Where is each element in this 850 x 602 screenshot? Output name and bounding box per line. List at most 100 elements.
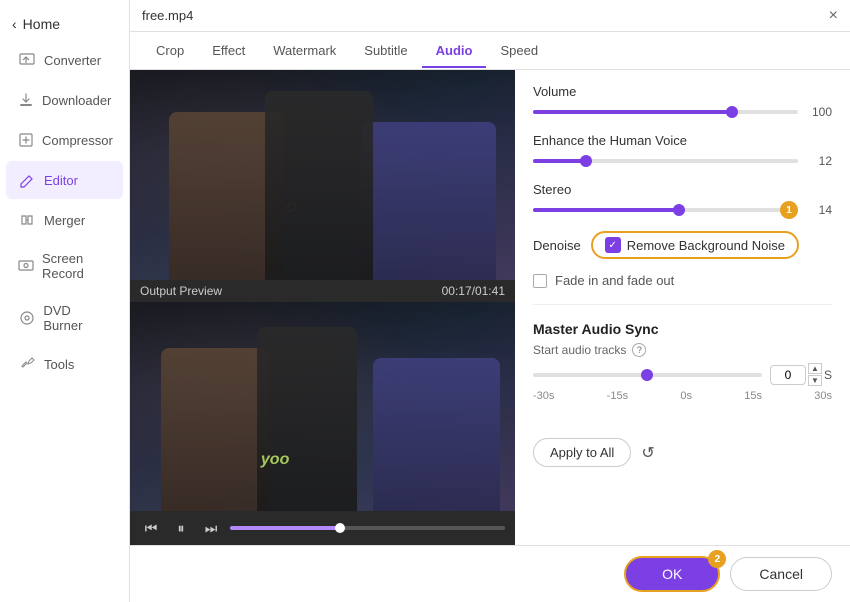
cancel-button[interactable]: Cancel — [730, 557, 832, 591]
denoise-badge[interactable]: ✓ Remove Background Noise — [591, 231, 799, 259]
volume-value: 100 — [806, 105, 832, 119]
tab-crop[interactable]: Crop — [142, 35, 198, 68]
screen-record-icon — [18, 257, 34, 275]
timestamp: 00:17/01:41 — [442, 284, 505, 298]
tab-effect[interactable]: Effect — [198, 35, 259, 68]
dvd-burner-label: DVD Burner — [43, 303, 111, 333]
stereo-badge: 1 — [780, 201, 798, 219]
sync-stepper: ▲ ▼ — [808, 363, 822, 386]
sync-label-30s: -30s — [533, 390, 554, 402]
volume-slider-row: 100 — [533, 105, 832, 119]
sync-slider-area: ▲ ▼ S -30s -15s 0s 15s 30s — [533, 363, 832, 420]
denoise-checkbox-label: Remove Background Noise — [627, 238, 785, 253]
sidebar-home[interactable]: ‹ Home — [0, 8, 129, 40]
sync-value-input[interactable] — [770, 365, 806, 385]
stereo-fill — [533, 208, 679, 212]
video-area: yoo Output Preview 00:17/01:41 — [130, 70, 515, 545]
merger-icon — [18, 211, 36, 229]
video-bottom: yoo — [130, 302, 515, 512]
video-frame-bottom: yoo — [130, 302, 515, 512]
sidebar-item-downloader[interactable]: Downloader — [6, 81, 123, 119]
sync-labels: -30s -15s 0s 15s 30s — [533, 390, 832, 402]
chevron-left-icon: ‹ — [12, 16, 17, 32]
sync-label-15s: -15s — [607, 390, 628, 402]
ok-button[interactable]: OK 2 — [624, 556, 720, 592]
titlebar: free.mp4 × — [130, 0, 850, 32]
preview-label: Output Preview — [140, 284, 222, 298]
stereo-section: Stereo 1 14 — [533, 182, 832, 217]
tab-bar: Crop Effect Watermark Subtitle Audio Spe… — [130, 32, 850, 70]
sidebar-item-merger[interactable]: Merger — [6, 201, 123, 239]
fade-row: Fade in and fade out — [533, 273, 832, 288]
stereo-label: Stereo — [533, 182, 832, 197]
stereo-value: 14 — [806, 203, 832, 217]
merger-label: Merger — [44, 213, 85, 228]
enhance-fill — [533, 159, 586, 163]
main-area: free.mp4 × Crop Effect Watermark Subtitl… — [130, 0, 850, 602]
progress-fill — [230, 526, 340, 530]
sync-thumb[interactable] — [641, 369, 653, 381]
compressor-label: Compressor — [42, 133, 113, 148]
preview-label-row: Output Preview 00:17/01:41 — [130, 280, 515, 302]
ok-badge: 2 — [708, 550, 726, 568]
tab-speed[interactable]: Speed — [486, 35, 552, 68]
enhance-section: Enhance the Human Voice 12 — [533, 133, 832, 168]
enhance-value: 12 — [806, 154, 832, 168]
help-icon[interactable]: ? — [632, 343, 646, 357]
skip-back-button[interactable]: ⏮ — [140, 517, 162, 539]
video-controls: ⏮ ⏸ ⏭ — [130, 511, 515, 545]
sync-step-down[interactable]: ▼ — [808, 375, 822, 386]
stereo-thumb[interactable] — [673, 204, 685, 216]
master-sync-title: Master Audio Sync — [533, 321, 832, 337]
converter-icon — [18, 51, 36, 69]
volume-label: Volume — [533, 84, 832, 99]
close-button[interactable]: × — [829, 8, 838, 24]
screen-record-label: Screen Record — [42, 251, 111, 281]
tab-audio[interactable]: Audio — [422, 35, 487, 68]
dvd-burner-icon — [18, 309, 35, 327]
tools-label: Tools — [44, 357, 74, 372]
enhance-label: Enhance the Human Voice — [533, 133, 832, 148]
action-row: Apply to All ↺ — [533, 438, 832, 467]
stereo-slider-row: 1 14 — [533, 203, 832, 217]
editor-label: Editor — [44, 173, 78, 188]
volume-fill — [533, 110, 732, 114]
sync-label-30s2: 30s — [814, 390, 832, 402]
sync-value-row: ▲ ▼ S — [770, 363, 832, 386]
converter-label: Converter — [44, 53, 101, 68]
master-sync-section: Master Audio Sync Start audio tracks ? — [533, 321, 832, 420]
sync-step-up[interactable]: ▲ — [808, 363, 822, 374]
denoise-label: Denoise — [533, 238, 581, 253]
sidebar-item-dvd-burner[interactable]: DVD Burner — [6, 293, 123, 343]
master-sync-subtitle-text: Start audio tracks — [533, 343, 626, 357]
pause-button[interactable]: ⏸ — [170, 517, 192, 539]
video-frame-top: yoo — [130, 70, 515, 280]
sidebar-item-editor[interactable]: Editor — [6, 161, 123, 199]
skip-forward-button[interactable]: ⏭ — [200, 517, 222, 539]
audio-panel: Volume 100 Enhance the Human Voice — [515, 70, 850, 545]
sync-unit: S — [824, 368, 832, 382]
volume-section: Volume 100 — [533, 84, 832, 119]
volume-thumb[interactable] — [726, 106, 738, 118]
video-watermark-bottom: yoo — [261, 451, 289, 469]
enhance-thumb[interactable] — [580, 155, 592, 167]
sidebar-item-screen-record[interactable]: Screen Record — [6, 241, 123, 291]
remove-bg-noise-checkbox[interactable]: ✓ — [605, 237, 621, 253]
sidebar-item-converter[interactable]: Converter — [6, 41, 123, 79]
enhance-slider-row: 12 — [533, 154, 832, 168]
refresh-button[interactable]: ↺ — [641, 443, 654, 463]
progress-bar[interactable] — [230, 526, 505, 530]
fade-checkbox[interactable] — [533, 274, 547, 288]
sidebar-item-tools[interactable]: Tools — [6, 345, 123, 383]
downloader-label: Downloader — [42, 93, 111, 108]
sync-fill — [533, 373, 647, 377]
tab-watermark[interactable]: Watermark — [259, 35, 350, 68]
denoise-row: Denoise ✓ Remove Background Noise — [533, 231, 832, 259]
tab-subtitle[interactable]: Subtitle — [350, 35, 421, 68]
apply-to-all-button[interactable]: Apply to All — [533, 438, 631, 467]
sidebar-item-compressor[interactable]: Compressor — [6, 121, 123, 159]
bottom-bar: OK 2 Cancel — [130, 545, 850, 602]
master-sync-subtitle: Start audio tracks ? — [533, 343, 832, 357]
editor-icon — [18, 171, 36, 189]
progress-thumb — [335, 523, 345, 533]
